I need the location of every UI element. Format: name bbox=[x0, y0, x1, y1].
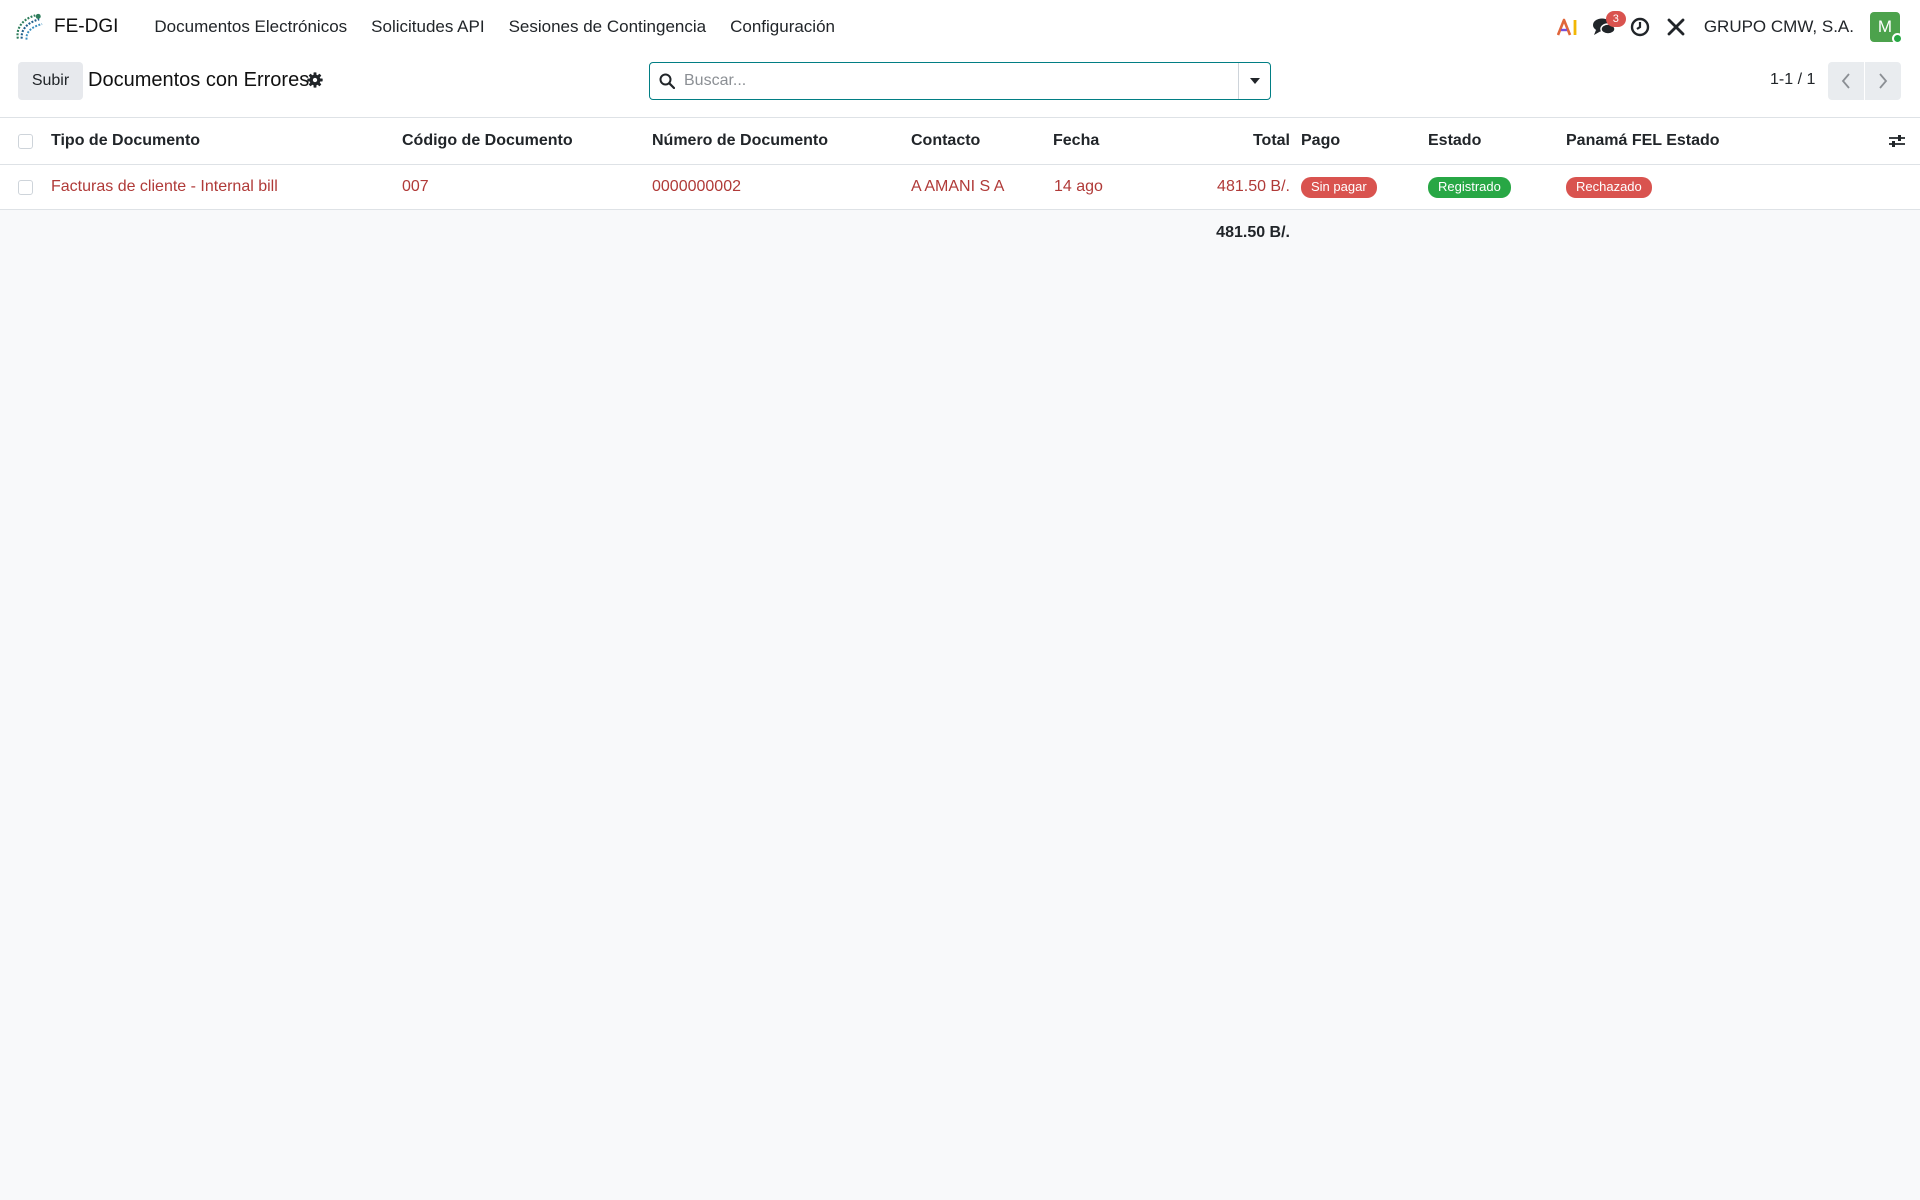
search-options-toggle[interactable] bbox=[1238, 63, 1270, 99]
select-all-cell bbox=[18, 118, 36, 164]
online-status-dot bbox=[1892, 33, 1903, 44]
company-switcher[interactable]: GRUPO CMW, S.A. bbox=[1704, 17, 1854, 37]
column-header-contacto[interactable]: Contacto bbox=[911, 118, 980, 164]
state-badge: Registrado bbox=[1428, 176, 1511, 198]
ai-icon bbox=[1556, 18, 1577, 36]
cell-contacto[interactable]: A AMANI S A bbox=[911, 165, 1004, 209]
fel-state-badge: Rechazado bbox=[1566, 176, 1652, 198]
caret-down-icon bbox=[1249, 78, 1260, 84]
table-header: Tipo de Documento Código de Documento Nú… bbox=[0, 118, 1920, 165]
column-header-total[interactable]: Total bbox=[1150, 118, 1290, 164]
column-header-fel-estado[interactable]: Panamá FEL Estado bbox=[1566, 118, 1720, 164]
search-icon bbox=[650, 63, 684, 99]
chevron-right-icon bbox=[1879, 73, 1888, 89]
column-header-estado[interactable]: Estado bbox=[1428, 118, 1481, 164]
control-panel: Subir Documentos con Errores Buscar... 1… bbox=[0, 54, 1920, 118]
pager-next-button[interactable] bbox=[1865, 62, 1901, 100]
cell-total[interactable]: 481.50 B/. bbox=[1150, 165, 1290, 209]
avatar-initial: M bbox=[1877, 17, 1893, 36]
table-footer: 481.50 B/. bbox=[0, 210, 1920, 255]
top-navbar: FE-DGI Documentos Electrónicos Solicitud… bbox=[0, 0, 1920, 54]
clock-icon bbox=[1630, 17, 1650, 37]
menu-item-sesiones[interactable]: Sesiones de Contingencia bbox=[497, 17, 719, 37]
payment-status-badge: Sin pagar bbox=[1301, 176, 1377, 198]
cell-estado[interactable]: Registrado bbox=[1428, 165, 1511, 209]
activities-button[interactable] bbox=[1622, 9, 1658, 45]
tools-icon bbox=[1667, 18, 1685, 36]
messages-button[interactable]: 3 bbox=[1586, 9, 1626, 45]
cell-pago[interactable]: Sin pagar bbox=[1301, 165, 1377, 209]
menu-item-configuracion[interactable]: Configuración bbox=[718, 17, 847, 37]
page-title: Documentos con Errores bbox=[88, 69, 310, 91]
column-header-fecha[interactable]: Fecha bbox=[1053, 118, 1099, 164]
column-header-codigo[interactable]: Código de Documento bbox=[402, 118, 573, 164]
debug-tools-button[interactable] bbox=[1658, 9, 1694, 45]
pager-previous-button[interactable] bbox=[1828, 62, 1864, 100]
table-row[interactable]: Facturas de cliente - Internal bill 007 … bbox=[0, 165, 1920, 210]
menu-item-documentos[interactable]: Documentos Electrónicos bbox=[142, 17, 359, 37]
optional-columns-toggle[interactable] bbox=[1888, 118, 1912, 164]
select-all-checkbox[interactable] bbox=[18, 133, 33, 149]
cell-tipo[interactable]: Facturas de cliente - Internal bill bbox=[51, 165, 278, 209]
main-menu: Documentos Electrónicos Solicitudes API … bbox=[142, 17, 847, 37]
cell-numero[interactable]: 0000000002 bbox=[652, 165, 741, 209]
sliders-icon bbox=[1889, 135, 1905, 147]
app-brand[interactable]: FE-DGI bbox=[14, 11, 118, 43]
row-select-cell bbox=[18, 165, 36, 209]
documents-list: Tipo de Documento Código de Documento Nú… bbox=[0, 118, 1920, 255]
upload-button[interactable]: Subir bbox=[18, 62, 83, 100]
menu-item-solicitudes[interactable]: Solicitudes API bbox=[359, 17, 496, 37]
column-header-tipo[interactable]: Tipo de Documento bbox=[51, 118, 200, 164]
cell-fel-estado[interactable]: Rechazado bbox=[1566, 165, 1652, 209]
ai-button[interactable] bbox=[1550, 9, 1586, 45]
systray: 3 GRUPO CMW, S.A. M bbox=[1550, 9, 1903, 45]
search-bar bbox=[649, 62, 1271, 100]
column-header-pago[interactable]: Pago bbox=[1301, 118, 1340, 164]
app-name: FE-DGI bbox=[54, 16, 119, 37]
gear-icon[interactable] bbox=[306, 71, 324, 89]
pager-value[interactable]: 1-1 / 1 bbox=[1770, 71, 1815, 89]
footer-total: 481.50 B/. bbox=[1216, 223, 1290, 241]
column-header-numero[interactable]: Número de Documento bbox=[652, 118, 828, 164]
cell-codigo[interactable]: 007 bbox=[402, 165, 429, 209]
chevron-left-icon bbox=[1841, 73, 1850, 89]
app-logo-icon bbox=[16, 13, 43, 40]
row-checkbox[interactable] bbox=[18, 179, 33, 195]
user-avatar[interactable]: M bbox=[1870, 12, 1903, 44]
search-input[interactable] bbox=[684, 63, 1238, 99]
cell-fecha[interactable]: 14 ago bbox=[1054, 165, 1103, 209]
